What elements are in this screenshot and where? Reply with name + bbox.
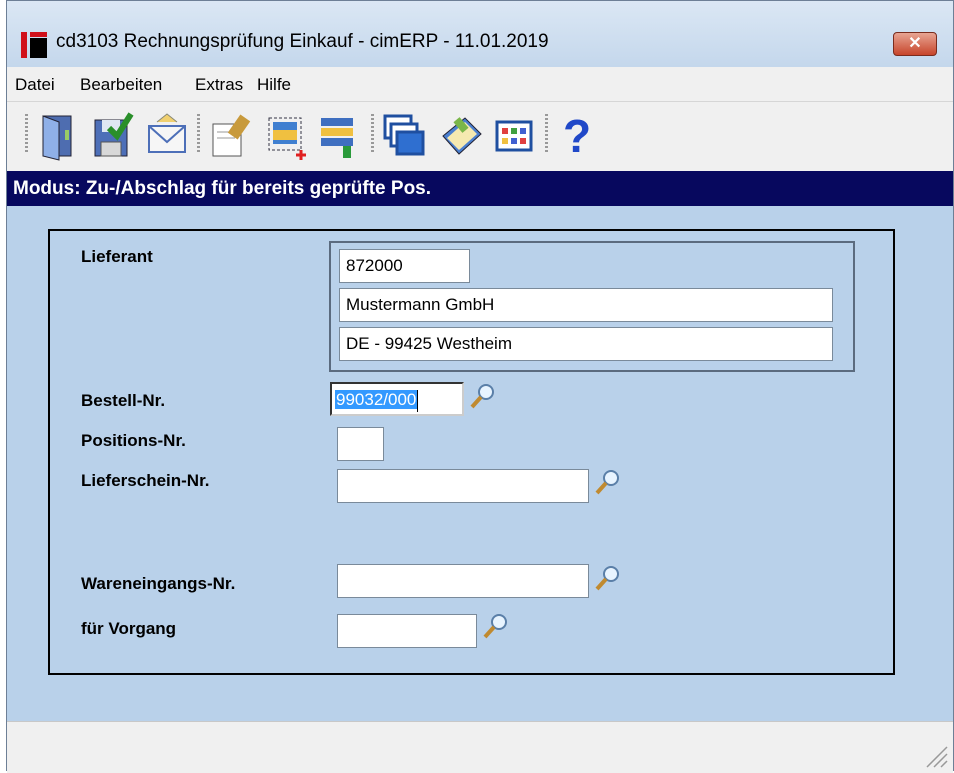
resize-grip-icon[interactable] [923,743,949,769]
close-button[interactable]: ✕ [893,32,937,56]
save-check-icon [94,112,134,157]
app-logo-icon [21,32,47,58]
mode-bar: Modus: Zu-/Abschlag für bereits geprüfte… [7,171,953,206]
new-record-button[interactable] [263,110,311,162]
positions-nr-label: Positions-Nr. [81,431,186,450]
windows-icon [383,114,425,156]
table-grid-icon [495,120,533,152]
form-panel: Lieferant 872000 Mustermann GmbH DE - 99… [48,229,895,675]
status-bar [7,721,953,773]
text-caret [417,389,419,412]
wareneingang-search-icon[interactable] [593,563,623,593]
help-button[interactable]: ? [553,110,601,162]
exit-door-icon [42,115,72,161]
transfer-list-button[interactable] [317,110,365,162]
toolbar: ? [7,101,953,172]
window-title: cd3103 Rechnungsprüfung Einkauf - cimERP… [56,31,549,52]
lieferschein-nr-label: Lieferschein-Nr. [81,471,210,490]
lieferschein-search-icon[interactable] [593,467,623,497]
windows-button[interactable] [381,110,429,162]
new-record-icon [268,117,306,160]
edit-button[interactable] [207,110,255,162]
toolbar-separator [371,114,374,154]
positions-nr-input[interactable] [337,427,384,461]
vorgang-search-icon[interactable] [481,611,511,641]
lieferant-label: Lieferant [81,247,153,266]
list-transfer-icon [321,118,363,158]
vorgang-label: für Vorgang [81,619,177,638]
wareneingangs-nr-input[interactable] [337,564,589,598]
envelope-icon [148,113,186,153]
toolbar-separator [197,114,200,154]
vorgang-input[interactable] [337,614,477,648]
mail-button[interactable] [143,110,191,162]
toolbar-separator [545,114,548,154]
application-window: cd3103 Rechnungsprüfung Einkauf - cimERP… [6,0,954,773]
menu-bar: Datei Bearbeiten Extras Hilfe [7,67,953,101]
supplier-location-field[interactable]: DE - 99425 Westheim [339,327,833,361]
menu-hilfe[interactable]: Hilfe [257,75,291,95]
edit-document-icon [212,114,251,157]
menu-datei[interactable]: Datei [15,75,55,95]
supplier-name-field[interactable]: Mustermann GmbH [339,288,833,322]
book-icon [442,117,482,155]
mode-text: Modus: Zu-/Abschlag für bereits geprüfte… [13,178,432,199]
bestell-search-icon[interactable] [468,381,498,411]
bestell-nr-input[interactable]: 99032/000 [330,382,464,416]
wareneingangs-nr-label: Wareneingangs-Nr. [81,574,236,593]
toolbar-separator [25,114,28,154]
menu-extras[interactable]: Extras [195,75,243,95]
menu-bearbeiten[interactable]: Bearbeiten [80,75,162,95]
bestell-nr-label: Bestell-Nr. [81,391,166,410]
save-button[interactable] [87,110,135,162]
book-button[interactable] [437,110,485,162]
title-bar[interactable]: cd3103 Rechnungsprüfung Einkauf - cimERP… [7,1,953,67]
supplier-number-field[interactable]: 872000 [339,249,470,283]
help-icon: ? [562,110,592,162]
bestell-nr-selected-value: 99032/000 [335,390,418,409]
lieferschein-nr-input[interactable] [337,469,589,503]
exit-button[interactable] [35,110,83,162]
table-button[interactable] [491,110,539,162]
